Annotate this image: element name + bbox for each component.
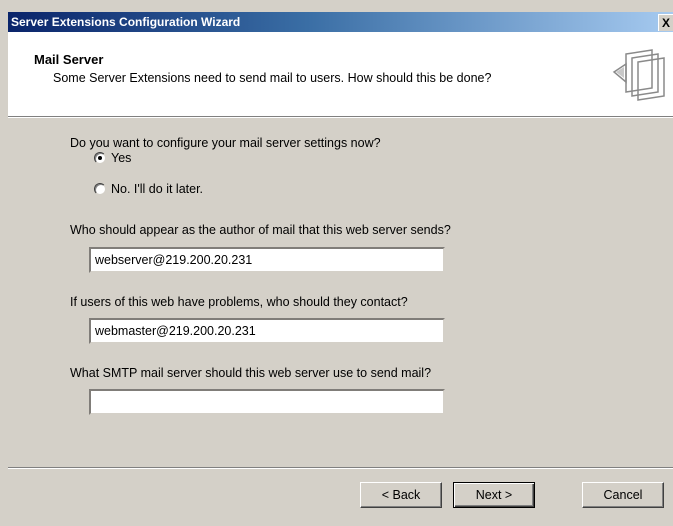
radio-yes[interactable]: Yes (94, 151, 131, 165)
configure-question: Do you want to configure your mail serve… (70, 136, 381, 150)
wizard-pages-icon (612, 49, 665, 101)
header-separator (8, 117, 673, 118)
author-question: Who should appear as the author of mail … (70, 223, 451, 237)
smtp-server-field[interactable] (89, 389, 445, 415)
close-icon: X (661, 16, 670, 30)
close-button[interactable]: X (658, 14, 673, 31)
page-subtitle: Some Server Extensions need to send mail… (53, 71, 492, 85)
window-title: Server Extensions Configuration Wizard (11, 15, 241, 29)
cancel-button[interactable]: Cancel (582, 482, 664, 508)
footer-separator (8, 467, 673, 469)
back-button[interactable]: < Back (360, 482, 442, 508)
smtp-question: What SMTP mail server should this web se… (70, 366, 432, 380)
contact-email-field[interactable] (89, 318, 445, 344)
radio-no-label: No. I'll do it later. (111, 182, 204, 196)
radio-no[interactable]: No. I'll do it later. (94, 182, 203, 196)
title-bar[interactable]: Server Extensions Configuration Wizard X (8, 12, 673, 32)
page-title: Mail Server (34, 52, 104, 67)
contact-question: If users of this web have problems, who … (70, 295, 408, 309)
window-edge (0, 0, 8, 526)
next-button[interactable]: Next > (453, 482, 535, 508)
wizard-header: Mail Server Some Server Extensions need … (8, 32, 673, 117)
radio-button-selected[interactable] (94, 152, 106, 164)
author-email-field[interactable] (89, 247, 445, 273)
radio-yes-label: Yes (111, 151, 132, 165)
radio-button[interactable] (94, 183, 106, 195)
